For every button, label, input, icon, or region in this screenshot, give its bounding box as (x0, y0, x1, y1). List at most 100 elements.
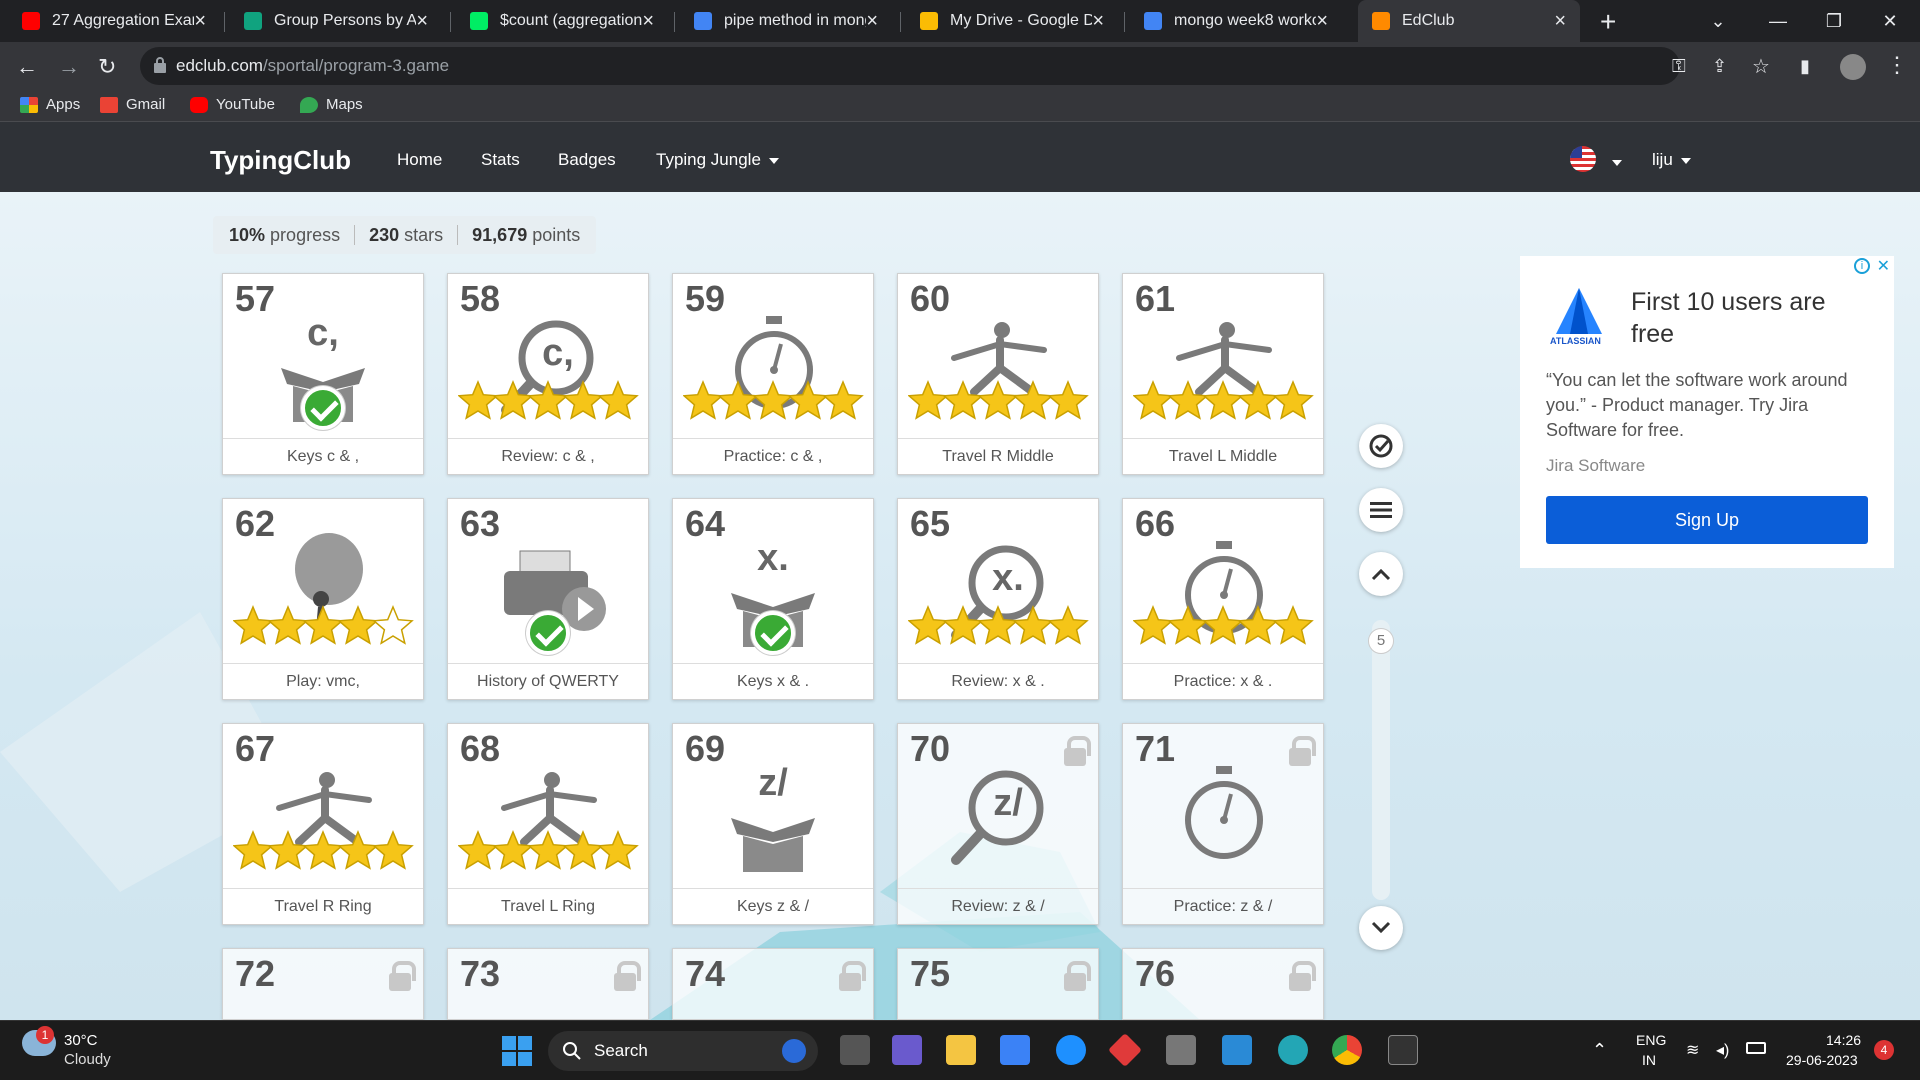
bookmark-youtube[interactable]: YouTube (190, 96, 275, 113)
tab-close-icon[interactable]: × (1316, 10, 1328, 33)
windows-start-icon[interactable] (502, 1036, 532, 1066)
star-filled-icon (1167, 380, 1209, 420)
url-bar[interactable]: edclub.com/sportal/program-3.game (140, 47, 1680, 85)
browser-tab[interactable]: $count (aggregation) × (456, 0, 668, 42)
tab-title: pipe method in mong (724, 12, 867, 29)
tray-chevron-up-icon[interactable]: ⌃ (1592, 1040, 1607, 1061)
lesson-card[interactable]: 71 Practice: z & / (1122, 723, 1324, 925)
chevron-down-icon (1371, 921, 1391, 934)
list-view-button[interactable] (1359, 488, 1403, 532)
taskbar-search[interactable]: Search (548, 1031, 818, 1071)
browser-tab[interactable]: mongo week8 workou × (1130, 0, 1342, 42)
site-logo[interactable]: TypingClub (210, 145, 351, 176)
lang-primary[interactable]: ENG (1636, 1032, 1666, 1048)
star-filled-icon (1047, 380, 1089, 420)
language-caret[interactable] (1604, 152, 1622, 172)
nav-typing-jungle[interactable]: Typing Jungle (656, 150, 779, 170)
lock-icon (614, 961, 641, 991)
lesson-card[interactable]: 57 c, Keys c & , (222, 273, 424, 475)
help-icon[interactable] (1056, 1035, 1086, 1065)
lang-secondary[interactable]: IN (1642, 1052, 1656, 1068)
star-filled-icon (908, 605, 949, 645)
nav-badges[interactable]: Badges (558, 150, 616, 170)
lesson-card[interactable]: 58 c, Review: c & , (447, 273, 649, 475)
minimize-button[interactable]: — (1750, 0, 1806, 42)
user-menu[interactable]: liju (1652, 150, 1691, 170)
forward-icon[interactable]: → (58, 54, 80, 80)
tab-close-icon[interactable]: × (194, 10, 206, 33)
password-key-icon[interactable]: ⚿ (1672, 56, 1686, 77)
tab-close-icon[interactable]: × (1554, 10, 1566, 33)
browser-tab[interactable]: My Drive - Google Dr × (906, 0, 1118, 42)
lesson-card[interactable]: 76 (1122, 948, 1324, 1020)
bookmark-maps[interactable]: Maps (300, 96, 363, 113)
us-flag-icon[interactable] (1570, 146, 1596, 172)
star-filled-icon (822, 380, 864, 420)
calculator-icon[interactable] (1166, 1035, 1196, 1065)
tab-search-icon[interactable]: ⌄ (1690, 0, 1746, 42)
tab-close-icon[interactable]: × (866, 10, 878, 33)
lesson-card[interactable]: 72 (222, 948, 424, 1020)
lesson-card[interactable]: 64 x. Keys x & . (672, 498, 874, 700)
ad-info-icon[interactable]: i (1854, 258, 1870, 274)
chrome-icon[interactable] (1332, 1035, 1362, 1065)
bookmark-star-icon[interactable]: ☆ (1752, 54, 1770, 79)
stars-label: stars (404, 224, 444, 245)
tab-close-icon[interactable]: × (1092, 10, 1104, 33)
nav-stats[interactable]: Stats (481, 150, 520, 170)
tab-close-icon[interactable]: × (416, 10, 428, 33)
lesson-card[interactable]: 62 Play: vmc, (222, 498, 424, 700)
star-rating (908, 605, 1089, 645)
lesson-card[interactable]: 73 (447, 948, 649, 1020)
lesson-card[interactable]: 74 (672, 948, 874, 1020)
lesson-card[interactable]: 68 Travel L Ring (447, 723, 649, 925)
clock-time[interactable]: 14:26 (1826, 1032, 1861, 1048)
microsoft-store-icon[interactable] (1000, 1035, 1030, 1065)
browser-tab[interactable]: pipe method in mong × (680, 0, 892, 42)
lesson-card[interactable]: 66 Practice: x & . (1122, 498, 1324, 700)
terminal-icon[interactable] (1388, 1035, 1418, 1065)
notification-badge[interactable]: 4 (1874, 1040, 1894, 1060)
lesson-card[interactable]: 75 (897, 948, 1099, 1020)
reload-icon[interactable]: ↻ (98, 54, 116, 80)
lesson-card[interactable]: 65 x. Review: x & . (897, 498, 1099, 700)
scroll-up-button[interactable] (1359, 552, 1403, 596)
vscode-icon[interactable] (1222, 1035, 1252, 1065)
lesson-number: 75 (910, 953, 951, 994)
teams-chat-icon[interactable] (892, 1035, 922, 1065)
task-view-icon[interactable] (840, 1035, 870, 1065)
lesson-card[interactable]: 63 History of QWERTY (447, 498, 649, 700)
scroll-down-button[interactable] (1359, 906, 1403, 950)
file-explorer-icon[interactable] (946, 1035, 976, 1065)
browser-tab[interactable]: EdClub × (1358, 0, 1580, 42)
bookmark-gmail[interactable]: Gmail (100, 96, 165, 113)
share-icon[interactable]: ⇪ (1712, 56, 1727, 77)
volume-icon[interactable]: ◂) (1716, 1040, 1729, 1060)
browser-tab[interactable]: 27 Aggregation Exam × (8, 0, 220, 42)
ad-signup-button[interactable]: Sign Up (1546, 496, 1868, 544)
completed-filter-button[interactable] (1359, 424, 1403, 468)
bookmark-apps[interactable]: Apps (20, 96, 80, 113)
profile-avatar[interactable] (1840, 54, 1866, 80)
lesson-card[interactable]: 59 Practice: c & , (672, 273, 874, 475)
close-window-button[interactable]: ✕ (1862, 0, 1918, 42)
side-panel-icon[interactable]: ▮ (1800, 56, 1810, 77)
maximize-button[interactable]: ❐ (1806, 0, 1862, 42)
back-icon[interactable]: ← (16, 54, 38, 80)
lesson-card[interactable]: 67 Travel R Ring (222, 723, 424, 925)
browser-tab[interactable]: Group Persons by Ag × (230, 0, 442, 42)
lesson-card[interactable]: 69 z/Keys z & / (672, 723, 874, 925)
clock-date[interactable]: 29-06-2023 (1786, 1052, 1858, 1068)
new-tab-button[interactable]: + (1600, 6, 1616, 38)
lesson-card[interactable]: 70 z/Review: z & / (897, 723, 1099, 925)
menu-kebab-icon[interactable]: ⋮ (1886, 52, 1908, 78)
edge-icon[interactable] (1278, 1035, 1308, 1065)
battery-icon[interactable] (1746, 1042, 1766, 1054)
scroll-track[interactable] (1372, 620, 1390, 900)
lesson-card[interactable]: 60 Travel R Middle (897, 273, 1099, 475)
nav-home[interactable]: Home (397, 150, 442, 170)
lesson-card[interactable]: 61 Travel L Middle (1122, 273, 1324, 475)
wifi-icon[interactable]: ≋ (1686, 1040, 1699, 1060)
tab-close-icon[interactable]: × (642, 10, 654, 33)
ad-close-icon[interactable]: ✕ (1877, 256, 1890, 276)
